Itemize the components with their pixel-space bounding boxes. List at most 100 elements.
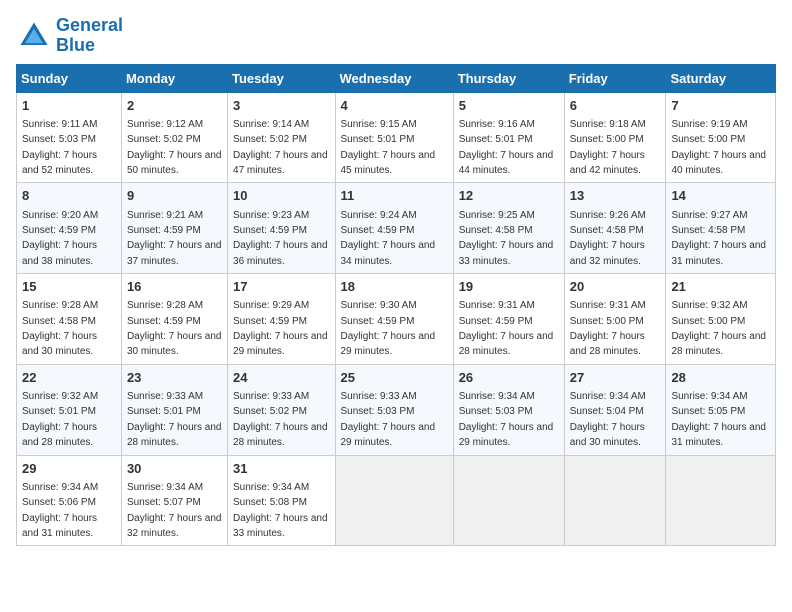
day-number: 26 — [459, 369, 559, 387]
day-number: 7 — [671, 97, 770, 115]
day-info: Sunrise: 9:34 AM Sunset: 5:03 PM Dayligh… — [459, 391, 554, 448]
day-number: 10 — [233, 187, 329, 205]
calendar-cell: 13 Sunrise: 9:26 AM Sunset: 4:58 PM Dayl… — [564, 183, 666, 274]
day-info: Sunrise: 9:12 AM Sunset: 5:02 PM Dayligh… — [127, 119, 222, 176]
day-info: Sunrise: 9:34 AM Sunset: 5:04 PM Dayligh… — [570, 391, 646, 448]
calendar-header-row: SundayMondayTuesdayWednesdayThursdayFrid… — [17, 64, 776, 92]
day-info: Sunrise: 9:20 AM Sunset: 4:59 PM Dayligh… — [22, 210, 98, 267]
calendar-cell: 29 Sunrise: 9:34 AM Sunset: 5:06 PM Dayl… — [17, 455, 122, 546]
calendar-cell: 2 Sunrise: 9:12 AM Sunset: 5:02 PM Dayli… — [121, 92, 227, 183]
day-header-monday: Monday — [121, 64, 227, 92]
calendar-cell — [564, 455, 666, 546]
day-number: 28 — [671, 369, 770, 387]
day-info: Sunrise: 9:33 AM Sunset: 5:02 PM Dayligh… — [233, 391, 328, 448]
calendar-cell: 6 Sunrise: 9:18 AM Sunset: 5:00 PM Dayli… — [564, 92, 666, 183]
day-info: Sunrise: 9:31 AM Sunset: 4:59 PM Dayligh… — [459, 300, 554, 357]
day-info: Sunrise: 9:30 AM Sunset: 4:59 PM Dayligh… — [341, 300, 436, 357]
day-header-saturday: Saturday — [666, 64, 776, 92]
day-info: Sunrise: 9:31 AM Sunset: 5:00 PM Dayligh… — [570, 300, 646, 357]
day-number: 18 — [341, 278, 448, 296]
day-info: Sunrise: 9:32 AM Sunset: 5:00 PM Dayligh… — [671, 300, 766, 357]
calendar-cell: 3 Sunrise: 9:14 AM Sunset: 5:02 PM Dayli… — [228, 92, 335, 183]
day-info: Sunrise: 9:16 AM Sunset: 5:01 PM Dayligh… — [459, 119, 554, 176]
calendar-cell: 14 Sunrise: 9:27 AM Sunset: 4:58 PM Dayl… — [666, 183, 776, 274]
day-number: 3 — [233, 97, 329, 115]
calendar-cell: 4 Sunrise: 9:15 AM Sunset: 5:01 PM Dayli… — [335, 92, 453, 183]
day-info: Sunrise: 9:27 AM Sunset: 4:58 PM Dayligh… — [671, 210, 766, 267]
day-number: 8 — [22, 187, 116, 205]
calendar-week-row: 22 Sunrise: 9:32 AM Sunset: 5:01 PM Dayl… — [17, 364, 776, 455]
day-number: 25 — [341, 369, 448, 387]
day-number: 12 — [459, 187, 559, 205]
day-info: Sunrise: 9:11 AM Sunset: 5:03 PM Dayligh… — [22, 119, 97, 176]
calendar-cell: 27 Sunrise: 9:34 AM Sunset: 5:04 PM Dayl… — [564, 364, 666, 455]
day-number: 2 — [127, 97, 222, 115]
day-number: 22 — [22, 369, 116, 387]
day-number: 5 — [459, 97, 559, 115]
day-info: Sunrise: 9:26 AM Sunset: 4:58 PM Dayligh… — [570, 210, 646, 267]
day-number: 29 — [22, 460, 116, 478]
calendar-week-row: 29 Sunrise: 9:34 AM Sunset: 5:06 PM Dayl… — [17, 455, 776, 546]
day-info: Sunrise: 9:23 AM Sunset: 4:59 PM Dayligh… — [233, 210, 328, 267]
day-info: Sunrise: 9:32 AM Sunset: 5:01 PM Dayligh… — [22, 391, 98, 448]
calendar-cell: 1 Sunrise: 9:11 AM Sunset: 5:03 PM Dayli… — [17, 92, 122, 183]
calendar-cell: 11 Sunrise: 9:24 AM Sunset: 4:59 PM Dayl… — [335, 183, 453, 274]
day-number: 31 — [233, 460, 329, 478]
day-number: 30 — [127, 460, 222, 478]
day-header-sunday: Sunday — [17, 64, 122, 92]
day-info: Sunrise: 9:19 AM Sunset: 5:00 PM Dayligh… — [671, 119, 766, 176]
calendar-week-row: 8 Sunrise: 9:20 AM Sunset: 4:59 PM Dayli… — [17, 183, 776, 274]
day-info: Sunrise: 9:34 AM Sunset: 5:05 PM Dayligh… — [671, 391, 766, 448]
calendar-cell: 21 Sunrise: 9:32 AM Sunset: 5:00 PM Dayl… — [666, 274, 776, 365]
day-number: 16 — [127, 278, 222, 296]
day-number: 24 — [233, 369, 329, 387]
calendar-cell: 10 Sunrise: 9:23 AM Sunset: 4:59 PM Dayl… — [228, 183, 335, 274]
calendar-cell: 15 Sunrise: 9:28 AM Sunset: 4:58 PM Dayl… — [17, 274, 122, 365]
calendar-cell — [453, 455, 564, 546]
logo-text: General Blue — [56, 16, 123, 56]
day-header-wednesday: Wednesday — [335, 64, 453, 92]
day-number: 4 — [341, 97, 448, 115]
day-header-tuesday: Tuesday — [228, 64, 335, 92]
calendar-body: 1 Sunrise: 9:11 AM Sunset: 5:03 PM Dayli… — [17, 92, 776, 546]
calendar-week-row: 1 Sunrise: 9:11 AM Sunset: 5:03 PM Dayli… — [17, 92, 776, 183]
page-header: General Blue — [16, 16, 776, 56]
day-number: 11 — [341, 187, 448, 205]
day-info: Sunrise: 9:18 AM Sunset: 5:00 PM Dayligh… — [570, 119, 646, 176]
calendar-table: SundayMondayTuesdayWednesdayThursdayFrid… — [16, 64, 776, 547]
logo-icon — [16, 18, 52, 54]
calendar-cell — [335, 455, 453, 546]
day-info: Sunrise: 9:21 AM Sunset: 4:59 PM Dayligh… — [127, 210, 222, 267]
day-number: 20 — [570, 278, 661, 296]
calendar-cell: 22 Sunrise: 9:32 AM Sunset: 5:01 PM Dayl… — [17, 364, 122, 455]
calendar-cell: 19 Sunrise: 9:31 AM Sunset: 4:59 PM Dayl… — [453, 274, 564, 365]
calendar-cell: 30 Sunrise: 9:34 AM Sunset: 5:07 PM Dayl… — [121, 455, 227, 546]
calendar-week-row: 15 Sunrise: 9:28 AM Sunset: 4:58 PM Dayl… — [17, 274, 776, 365]
calendar-cell: 5 Sunrise: 9:16 AM Sunset: 5:01 PM Dayli… — [453, 92, 564, 183]
day-number: 1 — [22, 97, 116, 115]
day-info: Sunrise: 9:25 AM Sunset: 4:58 PM Dayligh… — [459, 210, 554, 267]
day-number: 15 — [22, 278, 116, 296]
day-number: 19 — [459, 278, 559, 296]
day-info: Sunrise: 9:28 AM Sunset: 4:59 PM Dayligh… — [127, 300, 222, 357]
calendar-cell: 12 Sunrise: 9:25 AM Sunset: 4:58 PM Dayl… — [453, 183, 564, 274]
day-info: Sunrise: 9:14 AM Sunset: 5:02 PM Dayligh… — [233, 119, 328, 176]
day-header-thursday: Thursday — [453, 64, 564, 92]
day-header-friday: Friday — [564, 64, 666, 92]
calendar-cell: 17 Sunrise: 9:29 AM Sunset: 4:59 PM Dayl… — [228, 274, 335, 365]
calendar-cell: 23 Sunrise: 9:33 AM Sunset: 5:01 PM Dayl… — [121, 364, 227, 455]
day-info: Sunrise: 9:34 AM Sunset: 5:08 PM Dayligh… — [233, 482, 328, 539]
calendar-cell: 9 Sunrise: 9:21 AM Sunset: 4:59 PM Dayli… — [121, 183, 227, 274]
calendar-cell: 20 Sunrise: 9:31 AM Sunset: 5:00 PM Dayl… — [564, 274, 666, 365]
calendar-cell: 28 Sunrise: 9:34 AM Sunset: 5:05 PM Dayl… — [666, 364, 776, 455]
day-info: Sunrise: 9:33 AM Sunset: 5:03 PM Dayligh… — [341, 391, 436, 448]
calendar-cell: 18 Sunrise: 9:30 AM Sunset: 4:59 PM Dayl… — [335, 274, 453, 365]
day-number: 9 — [127, 187, 222, 205]
calendar-cell: 24 Sunrise: 9:33 AM Sunset: 5:02 PM Dayl… — [228, 364, 335, 455]
day-number: 6 — [570, 97, 661, 115]
day-info: Sunrise: 9:34 AM Sunset: 5:07 PM Dayligh… — [127, 482, 222, 539]
day-info: Sunrise: 9:28 AM Sunset: 4:58 PM Dayligh… — [22, 300, 98, 357]
day-number: 21 — [671, 278, 770, 296]
calendar-cell: 26 Sunrise: 9:34 AM Sunset: 5:03 PM Dayl… — [453, 364, 564, 455]
day-info: Sunrise: 9:34 AM Sunset: 5:06 PM Dayligh… — [22, 482, 98, 539]
